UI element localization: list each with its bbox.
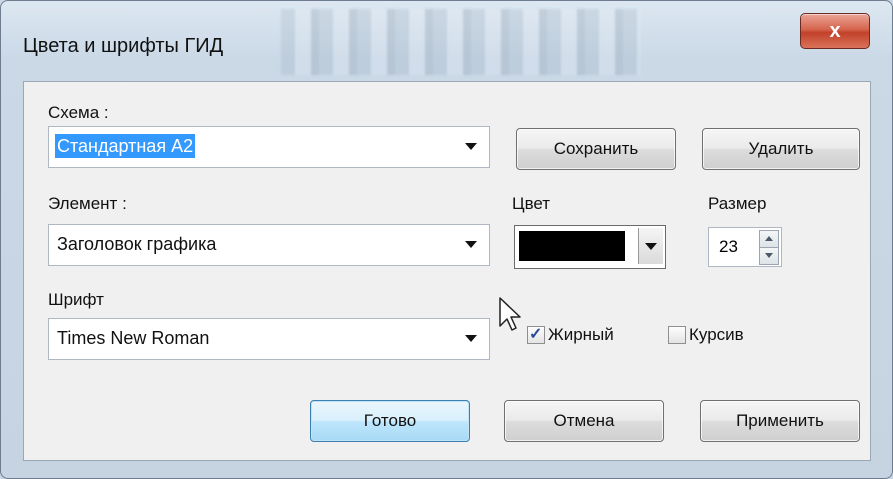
title-bar-background xyxy=(281,9,641,75)
close-icon: x xyxy=(829,19,841,42)
chevron-down-icon xyxy=(465,143,477,150)
close-button[interactable]: x xyxy=(800,13,870,49)
scheme-label: Схема : xyxy=(48,103,109,122)
size-value: 23 xyxy=(719,237,738,256)
bold-checkbox[interactable] xyxy=(527,324,545,344)
color-dropdown-arrow-icon[interactable] xyxy=(638,228,663,264)
window-title: Цвета и шрифты ГИД xyxy=(23,35,224,57)
ok-button[interactable]: Готово xyxy=(310,400,470,442)
font-select-value: Times New Roman xyxy=(57,328,210,348)
color-label: Цвет xyxy=(512,194,551,213)
scheme-select[interactable]: Стандартная А2 xyxy=(48,126,490,168)
cancel-button[interactable]: Отмена xyxy=(504,400,664,442)
delete-scheme-button[interactable]: Удалить xyxy=(702,128,860,170)
spin-up-icon[interactable] xyxy=(759,230,779,248)
element-label: Элемент : xyxy=(48,194,127,213)
size-spinner[interactable]: 23 xyxy=(708,227,782,267)
size-label: Размер xyxy=(708,194,767,213)
bold-label[interactable]: Жирный xyxy=(548,325,614,345)
element-select-value: Заголовок графика xyxy=(57,234,217,254)
title-bar[interactable]: Цвета и шрифты ГИД x xyxy=(1,1,892,81)
color-picker[interactable] xyxy=(514,225,666,269)
font-select[interactable]: Times New Roman xyxy=(48,318,490,360)
spin-down-icon[interactable] xyxy=(759,247,779,265)
dialog-window: Цвета и шрифты ГИД x Схема : Стандартная… xyxy=(0,0,893,479)
font-label: Шрифт xyxy=(48,290,104,309)
scheme-select-value: Стандартная А2 xyxy=(55,134,196,158)
italic-label[interactable]: Курсив xyxy=(689,325,744,345)
chevron-down-icon xyxy=(465,241,477,248)
color-swatch xyxy=(519,231,625,261)
mouse-cursor-icon xyxy=(499,297,521,331)
save-scheme-button[interactable]: Сохранить xyxy=(516,128,676,170)
apply-button[interactable]: Применить xyxy=(700,400,860,442)
chevron-down-icon xyxy=(465,335,477,342)
element-select[interactable]: Заголовок графика xyxy=(48,224,490,266)
dialog-body: Схема : Стандартная А2 Сохранить Удалить… xyxy=(23,81,871,461)
italic-checkbox[interactable] xyxy=(668,326,686,344)
